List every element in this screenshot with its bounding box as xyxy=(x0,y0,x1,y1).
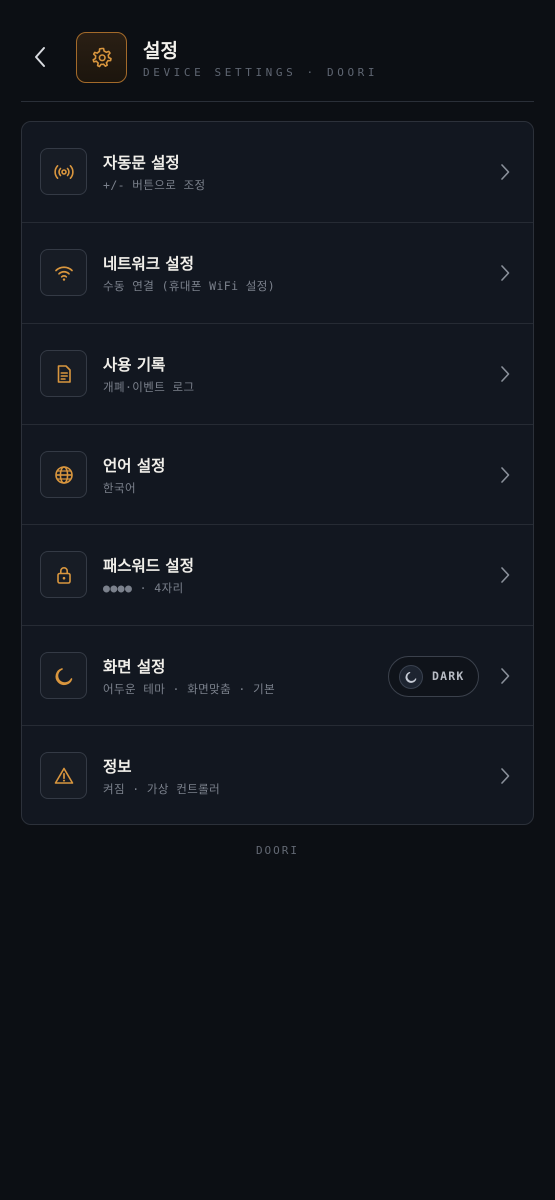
settings-item-icon xyxy=(40,148,87,195)
settings-item-subtitle: 켜짐 · 가상 컨트롤러 xyxy=(103,782,221,796)
lock-icon xyxy=(56,566,71,584)
settings-list: 자동문 설정 +/- 버튼으로 조정 네트워크 설정 수동 연결 (휴대폰 Wi… xyxy=(21,121,534,825)
moon-icon xyxy=(55,667,72,685)
chevron-right-icon xyxy=(501,265,510,281)
page-title: 설정 xyxy=(143,40,178,62)
settings-item-info[interactable]: 정보 켜짐 · 가상 컨트롤러 xyxy=(22,726,533,824)
wifi-icon xyxy=(54,265,73,281)
settings-item-icon xyxy=(40,350,87,397)
gear-icon xyxy=(91,47,112,67)
settings-item-subtitle: 한국어 xyxy=(103,481,136,495)
settings-item-icon xyxy=(40,551,87,598)
chevron-right-icon xyxy=(501,164,510,180)
footer-brand: DOORI xyxy=(255,844,300,857)
chevron-right-icon xyxy=(501,567,510,583)
settings-item-subtitle: 어두운 테마 · 화면맞춤 · 기본 xyxy=(103,682,276,696)
warning-icon xyxy=(54,767,73,784)
back-button[interactable] xyxy=(26,40,54,74)
settings-item-title: 화면 설정 xyxy=(103,658,166,676)
settings-item-subtitle: 수동 연결 (휴대폰 WiFi 설정) xyxy=(103,279,276,293)
header-divider xyxy=(21,101,534,102)
settings-item-subtitle: ●●●● · 4자리 xyxy=(103,581,184,595)
chevron-right-icon xyxy=(501,768,510,784)
broadcast-icon xyxy=(53,164,74,179)
moon-icon xyxy=(405,671,417,683)
globe-icon xyxy=(54,465,73,484)
chevron-right-icon xyxy=(501,366,510,382)
settings-item-display[interactable]: 화면 설정 어두운 테마 · 화면맞춤 · 기본 DARK xyxy=(22,626,533,726)
app-icon xyxy=(76,32,127,83)
settings-item-icon xyxy=(40,652,87,699)
settings-item-subtitle: +/- 버튼으로 조정 xyxy=(103,178,206,192)
settings-item-language[interactable]: 언어 설정 한국어 xyxy=(22,425,533,525)
toggle-knob xyxy=(399,665,423,689)
settings-item-door[interactable]: 자동문 설정 +/- 버튼으로 조정 xyxy=(22,122,533,222)
settings-item-icon xyxy=(40,752,87,799)
settings-item-title: 언어 설정 xyxy=(103,457,166,475)
settings-item-title: 사용 기록 xyxy=(103,356,166,374)
settings-item-history[interactable]: 사용 기록 개폐·이벤트 로그 xyxy=(22,324,533,424)
chevron-right-icon xyxy=(501,467,510,483)
settings-item-subtitle: 개폐·이벤트 로그 xyxy=(103,380,195,394)
document-icon xyxy=(57,364,71,383)
page-subtitle: DEVICE SETTINGS · DOORI xyxy=(143,66,379,79)
settings-item-title: 자동문 설정 xyxy=(103,154,180,172)
chevron-left-icon xyxy=(35,47,45,67)
settings-item-icon xyxy=(40,451,87,498)
settings-item-title: 패스워드 설정 xyxy=(103,557,194,575)
settings-item-title: 정보 xyxy=(103,758,132,776)
settings-item-network[interactable]: 네트워크 설정 수동 연결 (휴대폰 WiFi 설정) xyxy=(22,223,533,323)
chevron-right-icon xyxy=(501,668,510,684)
settings-item-password[interactable]: 패스워드 설정 ●●●● · 4자리 xyxy=(22,525,533,625)
settings-item-title: 네트워크 설정 xyxy=(103,255,194,273)
theme-toggle-label: DARK xyxy=(432,669,465,683)
theme-toggle[interactable]: DARK xyxy=(388,656,479,697)
settings-item-icon xyxy=(40,249,87,296)
header: 설정 DEVICE SETTINGS · DOORI xyxy=(0,0,555,102)
